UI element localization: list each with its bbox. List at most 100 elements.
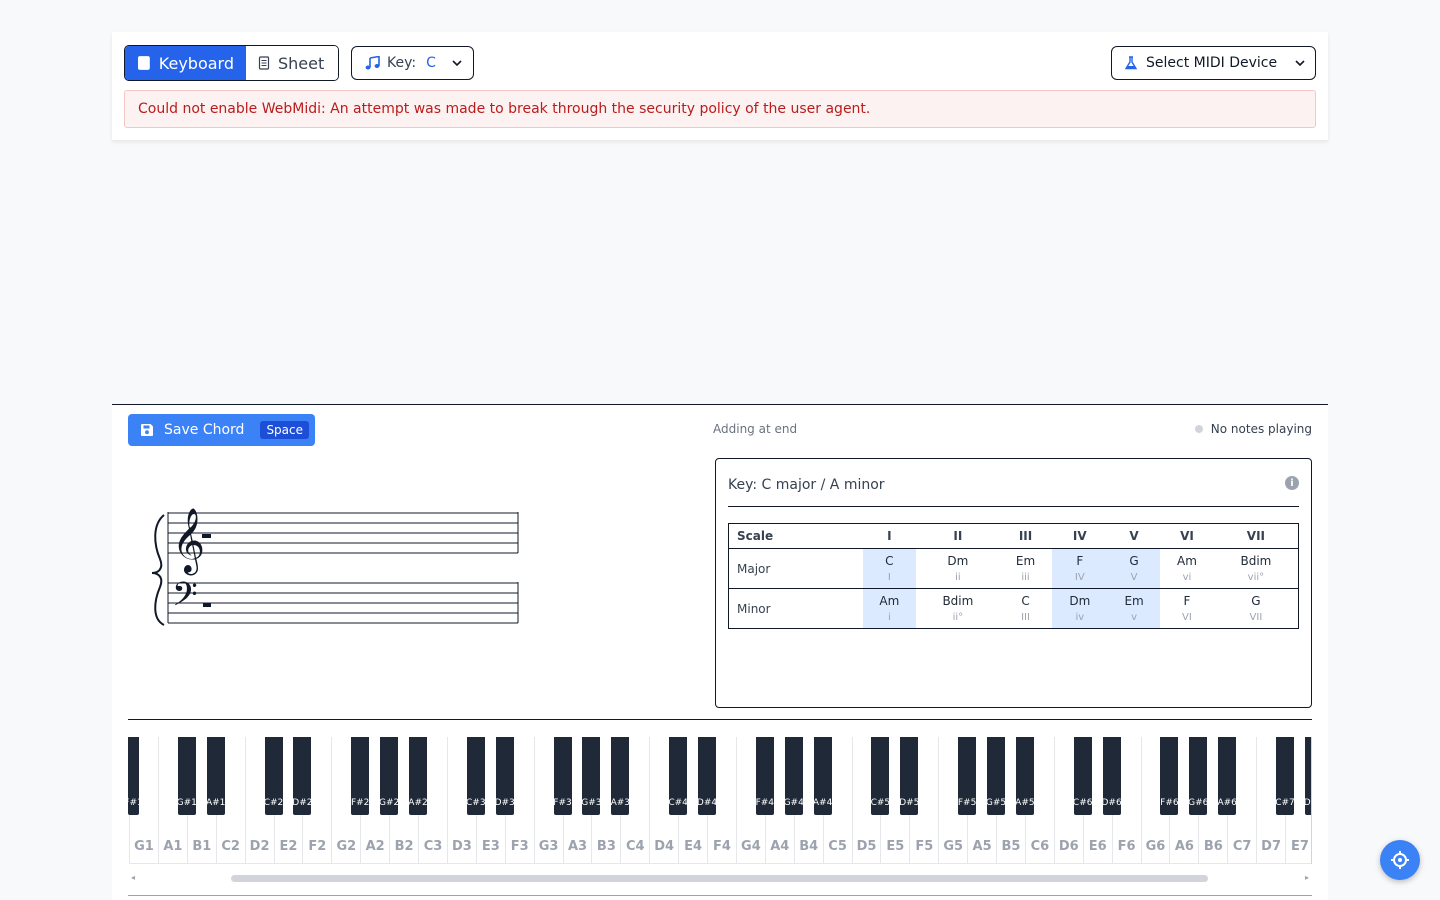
black-key[interactable]: C#3 — [466, 737, 485, 815]
chord-cell[interactable]: GV — [1108, 548, 1161, 589]
key-label: C#5 — [871, 798, 890, 808]
black-key[interactable]: D#4 — [698, 737, 716, 815]
divider — [128, 719, 1312, 720]
scroll-right-arrow-icon[interactable]: ▸ — [1305, 873, 1309, 882]
key-label: C2 — [221, 839, 240, 854]
roman-numeral: vii° — [1247, 572, 1265, 583]
key-label: G4 — [741, 839, 761, 854]
key-label: F#3 — [553, 798, 572, 808]
black-key[interactable]: A#5 — [1015, 737, 1034, 815]
black-key[interactable]: G#5 — [987, 737, 1005, 815]
key-label: C7 — [1232, 839, 1252, 854]
chord-cell[interactable]: Em iii — [999, 548, 1052, 589]
column-header: IV — [1051, 523, 1109, 549]
chord-cell[interactable]: C III — [1000, 589, 1052, 629]
chevron-down-icon — [1295, 60, 1305, 66]
key-label: G#6 — [1189, 798, 1208, 808]
scroll-left-arrow-icon[interactable]: ◂ — [131, 873, 135, 882]
key-label: A#2 — [409, 798, 427, 808]
key-label: G5 — [943, 839, 964, 854]
black-key[interactable]: G#6 — [1189, 737, 1208, 815]
key-label: D3 — [451, 839, 472, 854]
black-key[interactable]: D#6 — [1102, 737, 1121, 815]
chord-name: G — [1251, 594, 1261, 608]
key-label: A5 — [972, 839, 992, 854]
horizontal-scrollbar-thumb[interactable] — [231, 875, 1208, 882]
chord-cell[interactable]: Em v — [1108, 588, 1161, 629]
key-label: A3 — [567, 839, 588, 854]
black-key[interactable]: F#5 — [958, 737, 977, 815]
key-select[interactable]: Key: C — [351, 46, 474, 80]
column-header: Scale — [728, 523, 863, 549]
chord-name: Em — [1015, 554, 1036, 568]
chord-cell[interactable]: Dm ii — [916, 548, 1000, 589]
chord-cell[interactable]: CI — [862, 548, 917, 589]
chord-cell[interactable]: Bdim ii° — [916, 589, 999, 629]
black-key[interactable]: G#1 — [177, 737, 196, 815]
key-label: A4 — [770, 839, 790, 854]
black-key[interactable]: C#7 — [1276, 737, 1294, 815]
column-header: V — [1108, 523, 1161, 549]
tab-keyboard[interactable]: Keyboard — [125, 46, 246, 80]
black-key[interactable]: F#6 — [1160, 737, 1179, 815]
key-label: G6 — [1145, 839, 1166, 854]
key-label: D#5 — [900, 798, 919, 808]
black-key[interactable]: C#2 — [264, 737, 283, 815]
black-key[interactable]: F#3 — [553, 737, 572, 815]
black-key[interactable]: A#6 — [1218, 737, 1237, 815]
black-key[interactable]: A#1 — [206, 737, 225, 815]
chord-cell[interactable]: Bdim vii° — [1213, 548, 1299, 589]
key-label: G#2 — [380, 798, 399, 808]
black-key[interactable]: D#7 — [1304, 737, 1311, 815]
black-key[interactable]: F#2 — [351, 737, 370, 815]
black-key[interactable]: C#4 — [669, 737, 688, 815]
roman-numeral: iii — [1021, 572, 1030, 583]
roman-numeral: vi — [1182, 572, 1192, 583]
black-key[interactable]: C#6 — [1073, 737, 1092, 815]
flask-icon — [1124, 56, 1138, 70]
key-label: F#4 — [755, 798, 774, 808]
column-header: I — [862, 523, 917, 549]
chord-cell[interactable]: F VI — [1160, 589, 1214, 629]
locate-button[interactable] — [1380, 840, 1420, 880]
column-header: VII — [1213, 523, 1299, 549]
chord-cell[interactable]: Dm iv — [1051, 588, 1109, 629]
tab-sheet[interactable]: Sheet — [246, 46, 338, 80]
key-title: Key: C major / A minor — [728, 477, 885, 493]
row-label: Major — [728, 548, 863, 589]
key-label: G2 — [336, 839, 357, 854]
black-key[interactable]: F#4 — [755, 737, 774, 815]
bass-clef-icon: 𝄢 — [172, 576, 198, 622]
key-label: F6 — [1117, 839, 1136, 854]
black-key[interactable]: D#2 — [293, 737, 312, 815]
key-label: D5 — [856, 839, 877, 854]
roman-numeral: IV — [1074, 572, 1085, 583]
black-key[interactable]: D#3 — [495, 737, 514, 815]
black-key[interactable]: G#3 — [582, 737, 601, 815]
chord-name: Am — [1177, 554, 1197, 568]
chord-cell[interactable]: G VII — [1214, 589, 1299, 629]
key-label: D#3 — [496, 798, 514, 808]
column-header: II — [916, 523, 1000, 549]
key-info-panel: Key: C major / A minor i Scale I II III … — [715, 458, 1312, 708]
chord-cell[interactable]: F IV — [1051, 548, 1109, 589]
save-chord-button[interactable]: Save Chord Space — [128, 414, 315, 446]
roman-numeral: VI — [1182, 612, 1192, 623]
black-key[interactable]: G#4 — [784, 737, 803, 815]
key-label: C6 — [1030, 839, 1050, 854]
black-key[interactable]: A#2 — [409, 737, 427, 815]
black-key[interactable]: C#5 — [871, 737, 890, 815]
black-key[interactable]: A#4 — [813, 737, 832, 815]
midi-device-select[interactable]: Select MIDI Device — [1111, 46, 1316, 80]
info-icon[interactable]: i — [1285, 476, 1299, 490]
key-label: G#5 — [987, 798, 1005, 808]
chord-cell[interactable]: Am vi — [1160, 548, 1214, 589]
black-key[interactable]: G#2 — [380, 737, 399, 815]
black-key[interactable]: D#5 — [900, 737, 919, 815]
black-key[interactable]: F#1 — [128, 737, 139, 815]
divider — [728, 506, 1299, 507]
key-label: E7 — [1291, 839, 1309, 854]
chord-cell[interactable]: Am i — [862, 588, 917, 629]
table-header-row: Scale I II III IV V VI VII — [728, 523, 1299, 549]
black-key[interactable]: A#3 — [611, 737, 630, 815]
